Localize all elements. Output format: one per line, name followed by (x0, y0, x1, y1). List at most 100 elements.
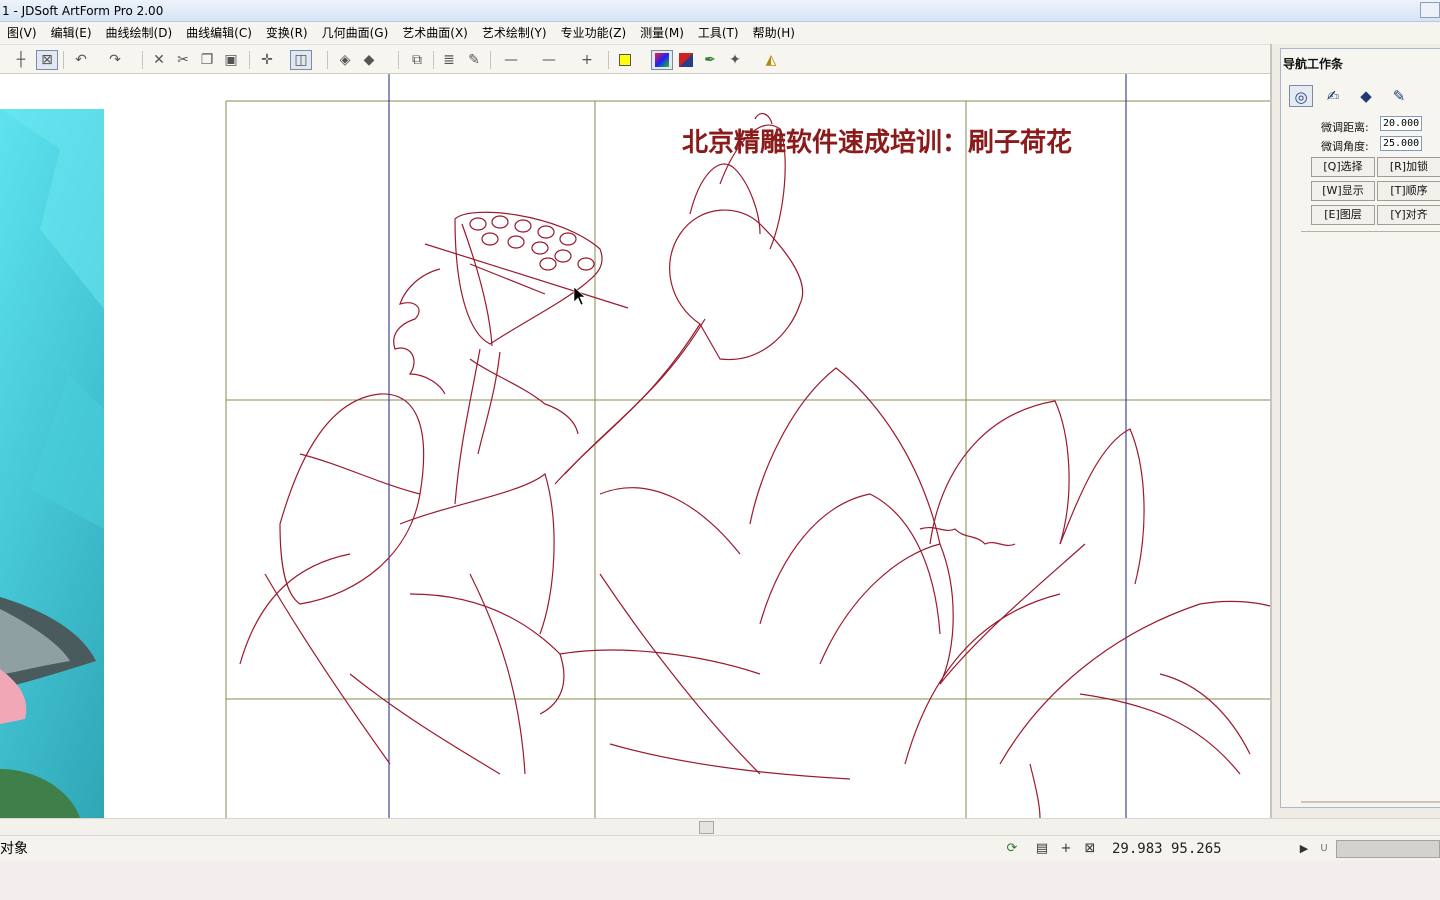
toolbar-separator (63, 51, 64, 69)
art-stroke (939, 543, 1086, 685)
status-progress-box (1336, 840, 1440, 858)
undo-icon[interactable]: ↶ (70, 50, 92, 70)
fine-distance-label: 微调距离: (1321, 121, 1369, 134)
art-stroke (239, 553, 351, 665)
layer-icon[interactable]: ⧉ (406, 50, 428, 70)
drawing-canvas[interactable]: 北京精雕软件速成培训：刷子荷花 (0, 74, 1270, 818)
outline-icon[interactable]: ◎ (1289, 85, 1313, 107)
play-icon[interactable]: ▶ (1296, 841, 1312, 857)
select-button[interactable]: [Q]选择 (1311, 157, 1375, 177)
art-stroke (507, 235, 525, 249)
toolbar-separator (327, 51, 328, 69)
snap-cross-icon[interactable]: ┼ (10, 50, 32, 70)
fine-angle-label: 微调角度: (1321, 140, 1369, 153)
title-bar: 1 - JDSoft ArtForm Pro 2.00 (0, 0, 1440, 22)
art-stroke (559, 232, 577, 246)
menu-item[interactable]: 艺术曲面(X) (395, 22, 475, 44)
select-box-status-icon[interactable]: ⊠ (1082, 841, 1098, 857)
show-button[interactable]: [W]显示 (1311, 181, 1375, 201)
copy-icon[interactable]: ❐ (196, 50, 218, 70)
art-stroke (299, 453, 421, 495)
main-toolbar: ┼ ⊠ ↶ ↷ ✕ ✂ ❐ ▣ ✛ ◫ ◈ ◆ ⧉ ≣ ✎ — — + ✒ ✦ … (0, 44, 1270, 74)
paste-icon[interactable]: ▣ (220, 50, 242, 70)
art-stroke (539, 257, 557, 271)
gradient-icon[interactable] (651, 50, 673, 70)
lock-button[interactable]: [R]加锁 (1377, 157, 1440, 177)
art-stroke (469, 263, 546, 295)
bucket-icon[interactable]: ◭ (760, 50, 782, 70)
art-stroke (554, 249, 572, 263)
art-stroke (469, 217, 487, 231)
menu-item[interactable]: 测量(M) (633, 22, 691, 44)
spray-icon[interactable]: ✦ (724, 50, 746, 70)
grid-lines (225, 74, 1270, 818)
fine-distance-input[interactable]: 20.000 (1380, 116, 1422, 131)
art-stroke (491, 215, 509, 229)
art-stroke (393, 268, 446, 395)
render-icon[interactable]: ◆ (358, 50, 380, 70)
art-stroke (577, 257, 595, 271)
art-stroke (454, 348, 481, 505)
line-style-icon[interactable]: — (496, 50, 526, 70)
navigation-panel-body: 导航工作条 ◎ ✍ ◆ ✎ 微调距离: 20.000 微调角度: 25.000 … (1280, 48, 1440, 808)
art-stroke (481, 232, 499, 246)
status-bar: 对象 ⟳ ▤ + ⊠ 29.983 95.265 ▶ U (0, 835, 1440, 861)
shade-icon[interactable]: ◈ (334, 50, 356, 70)
art-stroke (919, 526, 1016, 547)
art-stroke (819, 543, 954, 685)
menu-item[interactable]: 曲线绘制(D) (99, 22, 180, 44)
menu-item[interactable]: 曲线编辑(C) (179, 22, 259, 44)
line-width-icon[interactable]: — (534, 50, 564, 70)
order-button[interactable]: [T]顺序 (1377, 181, 1440, 201)
window-title: 1 - JDSoft ArtForm Pro 2.00 (2, 4, 164, 18)
menu-item[interactable]: 工具(T) (691, 22, 746, 44)
refresh-icon[interactable]: ⟳ (1004, 841, 1020, 857)
cut-icon[interactable]: ✂ (172, 50, 194, 70)
menu-item[interactable]: 帮助(H) (746, 22, 802, 44)
menu-item[interactable]: 艺术绘制(Y) (475, 22, 554, 44)
window-control-button[interactable] (1420, 2, 1440, 18)
art-stroke (399, 472, 555, 635)
navigation-panel: 导航工作条 ◎ ✍ ◆ ✎ 微调距离: 20.000 微调角度: 25.000 … (1270, 44, 1440, 818)
unit-label: U (1320, 843, 1328, 854)
document-icon[interactable]: ▤ (1034, 841, 1050, 857)
pen-brush-icon[interactable]: ✍ (1321, 85, 1345, 107)
toolbar-separator (608, 51, 609, 69)
redo-icon[interactable]: ↷ (104, 50, 126, 70)
eraser-icon[interactable]: ◆ (1354, 85, 1378, 107)
layer-button[interactable]: [E]图层 (1311, 205, 1375, 225)
art-stroke (599, 487, 741, 555)
view-3d-icon[interactable]: ◫ (290, 50, 312, 70)
art-stroke (264, 573, 391, 765)
lotus-line-art (239, 112, 1270, 818)
toolbar-separator (398, 51, 399, 69)
move-icon[interactable]: ✛ (256, 50, 278, 70)
horizontal-scrollbar[interactable] (0, 818, 1440, 835)
menu-item[interactable]: 变换(R) (259, 22, 315, 44)
art-stroke (559, 649, 761, 675)
select-box-icon[interactable]: ⊠ (36, 50, 58, 70)
menu-item[interactable]: 图(V) (0, 22, 44, 44)
menu-item[interactable]: 编辑(E) (44, 22, 99, 44)
drawing-workspace[interactable]: 北京精雕软件速成培训：刷子荷花 (0, 74, 1270, 818)
hatch-icon[interactable]: ≣ (438, 50, 460, 70)
fill-color-icon[interactable] (614, 50, 636, 70)
toolbar-separator (142, 51, 143, 69)
art-stroke (531, 241, 549, 255)
menu-item[interactable]: 专业功能(Z) (554, 22, 634, 44)
scrollbar-thumb[interactable] (699, 821, 714, 834)
art-stroke (1159, 673, 1251, 755)
align-button[interactable]: [Y]对齐 (1377, 205, 1440, 225)
delete-icon[interactable]: ✕ (148, 50, 170, 70)
pencil-tool-icon[interactable]: ✎ (1387, 85, 1411, 107)
art-stroke (759, 493, 941, 635)
art-stroke (349, 673, 501, 775)
cursor-icon (573, 286, 586, 306)
color-swap-icon[interactable] (675, 50, 697, 70)
fine-angle-input[interactable]: 25.000 (1380, 136, 1422, 151)
crosshair-icon[interactable]: + (1058, 841, 1074, 857)
pen-icon[interactable]: ✒ (699, 50, 721, 70)
menu-item[interactable]: 几何曲面(G) (315, 22, 396, 44)
point-style-icon[interactable]: + (572, 50, 602, 70)
eyedropper-icon[interactable]: ✎ (463, 50, 485, 70)
